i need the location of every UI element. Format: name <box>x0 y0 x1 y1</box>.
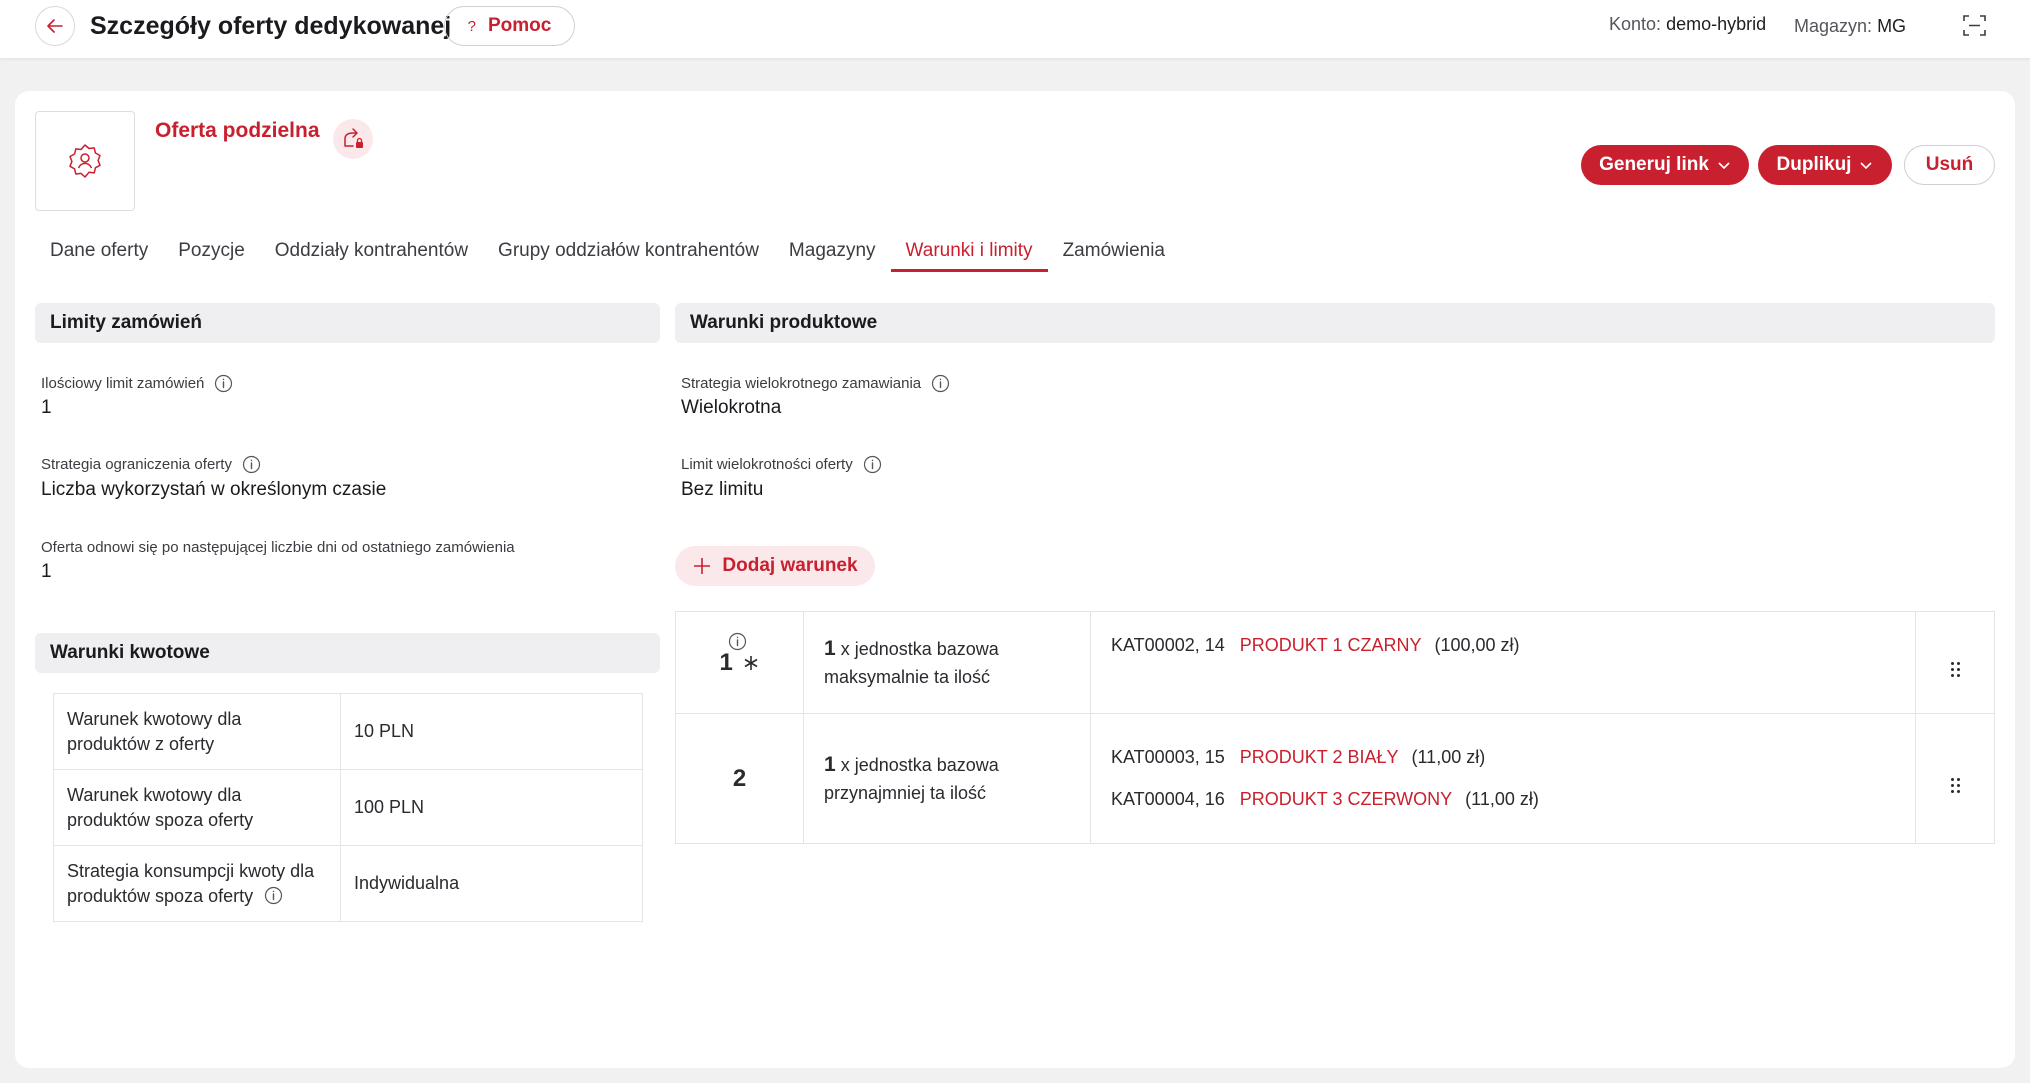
product-conditions-table: 1 1 x jednostka bazowa maksymalnie ta il… <box>675 611 1995 844</box>
amount-key: Warunek kwotowy dla produktów z oferty <box>53 693 341 770</box>
multi-strategy-label: Strategia wielokrotnego zamawiania <box>681 374 950 393</box>
product-line: KAT00004, 16 PRODUKT 3 CZERWONY (11,00 z… <box>1111 786 1895 813</box>
tab-branches[interactable]: Oddziały kontrahentów <box>260 231 483 272</box>
amount-value: 10 PLN <box>340 693 643 770</box>
info-icon[interactable] <box>242 455 261 474</box>
row-menu-button[interactable] <box>1915 611 1995 714</box>
account-value: demo-hybrid <box>1666 14 1767 34</box>
tab-branch-groups[interactable]: Grupy oddziałów kontrahentów <box>483 231 774 272</box>
table-row: Warunek kwotowy dla produktów spoza ofer… <box>53 769 643 846</box>
badge-user-icon <box>69 144 101 178</box>
amount-value: Indywidualna <box>340 845 643 922</box>
tab-positions[interactable]: Pozycje <box>163 231 260 272</box>
info-icon[interactable] <box>931 374 950 393</box>
tab-offer-data[interactable]: Dane oferty <box>35 231 163 272</box>
duplicate-button[interactable]: Duplikuj <box>1758 145 1892 185</box>
tab-bar: Dane oferty Pozycje Oddziały kontrahentó… <box>35 231 1180 272</box>
product-code: KAT00002, 14 <box>1111 635 1225 655</box>
warehouse-info: Magazyn: MG <box>1794 16 1907 36</box>
offer-name: Oferta podzielna <box>155 119 320 142</box>
page-title: Szczegóły oferty dedykowanej <box>90 12 452 40</box>
table-row: Warunek kwotowy dla produktów z oferty 1… <box>53 693 643 770</box>
renew-value: 1 <box>41 561 52 582</box>
account-info: Konto: demo-hybrid <box>1609 14 1767 34</box>
product-price: (11,00 zł) <box>1411 747 1486 767</box>
quantity-limit-label: Ilościowy limit zamówień <box>41 374 233 393</box>
help-label: Pomoc <box>487 15 552 36</box>
product-code: KAT00004, 16 <box>1111 789 1225 809</box>
condition-quantity: 1 x jednostka bazowa przynajmniej ta ilo… <box>803 713 1091 844</box>
back-button[interactable] <box>35 6 75 46</box>
quantity-limit-value: 1 <box>41 397 52 418</box>
condition-products: KAT00002, 14 PRODUKT 1 CZARNY (100,00 zł… <box>1090 611 1916 714</box>
multi-limit-value: Bez limitu <box>681 479 764 500</box>
info-icon[interactable] <box>728 632 747 651</box>
asterisk-icon <box>744 655 757 670</box>
table-row: Strategia konsumpcji kwoty dla produktów… <box>53 845 643 922</box>
chevron-down-icon <box>1860 162 1873 170</box>
multi-strategy-value: Wielokrotna <box>681 397 782 418</box>
condition-number-cell: 1 <box>675 611 804 714</box>
row-menu-button[interactable] <box>1915 713 1995 844</box>
info-icon[interactable] <box>264 886 283 905</box>
product-line: KAT00003, 15 PRODUKT 2 BIAŁY (11,00 zł) <box>1111 744 1895 771</box>
condition-products: KAT00003, 15 PRODUKT 2 BIAŁY (11,00 zł) … <box>1090 713 1916 844</box>
fullscreen-icon[interactable] <box>1962 13 1987 38</box>
multi-limit-label: Limit wielokrotności oferty <box>681 455 882 474</box>
generate-link-button[interactable]: Generuj link <box>1581 145 1749 185</box>
product-name-link[interactable]: PRODUKT 3 CZERWONY <box>1240 789 1452 809</box>
product-name-link[interactable]: PRODUKT 1 CZARNY <box>1240 635 1422 655</box>
chevron-down-icon <box>1718 162 1730 170</box>
strategy-label: Strategia ograniczenia oferty <box>41 455 261 474</box>
amount-value: 100 PLN <box>340 769 643 846</box>
question-icon: ? <box>467 17 476 35</box>
product-code: KAT00003, 15 <box>1111 747 1225 767</box>
main-card: Oferta podzielna Generuj link Duplikuj U… <box>15 91 2015 1068</box>
product-name-link[interactable]: PRODUKT 2 BIAŁY <box>1240 747 1399 767</box>
delete-button[interactable]: Usuń <box>1904 145 1995 185</box>
drag-handle-icon <box>1950 661 1960 677</box>
renew-label: Oferta odnowi się po następującej liczbi… <box>41 539 515 556</box>
amount-conditions-header: Warunki kwotowe <box>35 633 660 673</box>
offer-logo <box>35 111 135 211</box>
product-line: KAT00002, 14 PRODUKT 1 CZARNY (100,00 zł… <box>1111 632 1895 659</box>
warehouse-value: MG <box>1877 16 1907 36</box>
top-bar: Szczegóły oferty dedykowanej ? Pomoc Kon… <box>0 0 2030 58</box>
plus-icon <box>694 558 711 574</box>
add-condition-button[interactable]: Dodaj warunek <box>675 546 875 586</box>
amount-conditions-table: Warunek kwotowy dla produktów z oferty 1… <box>53 693 643 922</box>
tab-orders[interactable]: Zamówienia <box>1048 231 1180 272</box>
product-price: (100,00 zł) <box>1434 635 1520 655</box>
share-lock-button[interactable] <box>333 119 373 159</box>
amount-key-cell: Strategia konsumpcji kwoty dla produktów… <box>53 845 341 922</box>
info-icon[interactable] <box>214 374 233 393</box>
drag-handle-icon <box>1950 777 1960 793</box>
product-conditions-header: Warunki produktowe <box>675 303 1995 343</box>
help-button[interactable]: ? Pomoc <box>444 6 575 46</box>
condition-number: 2 <box>675 713 804 844</box>
info-icon[interactable] <box>863 455 882 474</box>
table-row: 2 1 x jednostka bazowa przynajmniej ta i… <box>675 713 1995 844</box>
amount-key: Warunek kwotowy dla produktów spoza ofer… <box>53 769 341 846</box>
condition-number: 1 <box>719 648 733 676</box>
tab-warehouses[interactable]: Magazyny <box>774 231 891 272</box>
product-price: (11,00 zł) <box>1465 789 1539 809</box>
share-lock-icon <box>344 128 363 148</box>
table-row: 1 1 x jednostka bazowa maksymalnie ta il… <box>675 611 1995 714</box>
order-limits-header: Limity zamówień <box>35 303 660 343</box>
strategy-value: Liczba wykorzystań w określonym czasie <box>41 479 387 500</box>
condition-quantity: 1 x jednostka bazowa maksymalnie ta iloś… <box>803 611 1091 714</box>
arrow-left-icon <box>47 19 63 33</box>
tab-conditions-limits[interactable]: Warunki i limity <box>890 231 1048 272</box>
